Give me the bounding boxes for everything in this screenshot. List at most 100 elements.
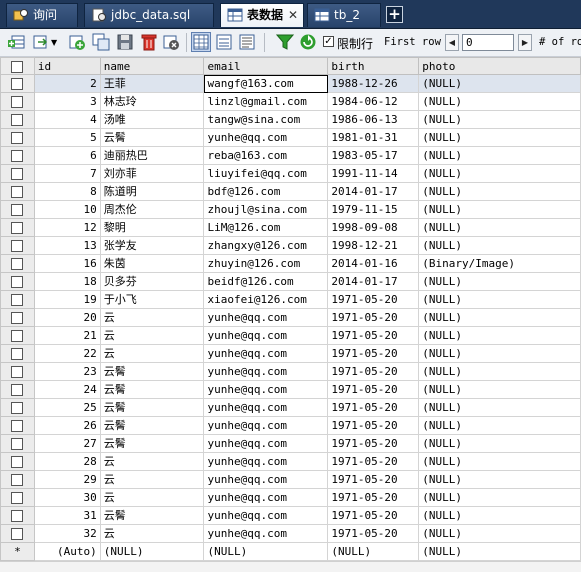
cell-id[interactable]: 29 (33, 470, 101, 489)
row-select-cell[interactable] (0, 236, 35, 255)
cell-id[interactable]: 23 (33, 362, 101, 381)
row-select-cell[interactable] (0, 164, 35, 183)
close-icon[interactable]: ✕ (287, 9, 299, 21)
cell-name[interactable]: 云鬌 (99, 398, 205, 417)
cell-birth[interactable]: 1971-05-20 (327, 362, 420, 381)
grid-view-icon[interactable] (191, 32, 211, 52)
table-row[interactable]: 28 云 yunhe@qq.com 1971-05-20 (NULL) (0, 452, 581, 471)
cell-name[interactable]: 云鬌 (99, 416, 205, 435)
table-row[interactable]: 13 张学友 zhangxy@126.com 1998-12-21 (NULL) (0, 236, 581, 255)
cell-id[interactable]: 25 (33, 398, 101, 417)
next-page-button[interactable]: ▶ (518, 34, 532, 51)
row-select-cell[interactable] (0, 344, 35, 363)
table-row[interactable]: 5 云鬌 yunhe@qq.com 1981-01-31 (NULL) (0, 128, 581, 147)
cell-email[interactable]: yunhe@qq.com (203, 524, 329, 543)
row-checkbox[interactable] (11, 257, 24, 270)
cell-photo[interactable]: (NULL) (418, 128, 581, 147)
cell-id[interactable]: 3 (33, 92, 101, 111)
select-all-checkbox[interactable] (11, 60, 24, 73)
cell-email[interactable]: reba@163.com (203, 146, 329, 165)
row-checkbox[interactable] (11, 275, 24, 288)
save-icon[interactable] (116, 33, 134, 51)
cell-photo[interactable]: (NULL) (418, 524, 581, 543)
row-checkbox[interactable] (11, 455, 24, 468)
cell-photo[interactable]: (NULL) (418, 146, 581, 165)
cell-birth[interactable]: 1971-05-20 (327, 434, 420, 453)
cell-birth[interactable]: 1971-05-20 (327, 326, 420, 345)
cell-email[interactable]: LiM@126.com (203, 218, 329, 237)
row-select-cell[interactable] (0, 308, 35, 327)
cell-photo[interactable]: (NULL) (418, 218, 581, 237)
cell-email[interactable]: yunhe@qq.com (203, 434, 329, 453)
cell-name[interactable]: 云 (99, 344, 205, 363)
cell-email[interactable]: yunhe@qq.com (203, 506, 329, 525)
column-header-id[interactable]: id (33, 57, 101, 75)
cell-email[interactable]: yunhe@qq.com (203, 488, 329, 507)
table-row[interactable]: 25 云鬌 yunhe@qq.com 1971-05-20 (NULL) (0, 398, 581, 417)
row-select-cell[interactable] (0, 524, 35, 543)
cell-id[interactable]: 13 (33, 236, 101, 255)
cell-photo[interactable]: (NULL) (418, 470, 581, 489)
cell-birth[interactable]: 1971-05-20 (327, 290, 420, 309)
cell-name[interactable]: 朱茵 (99, 254, 205, 273)
row-select-cell[interactable] (0, 506, 35, 525)
cell-name[interactable]: 云 (99, 488, 205, 507)
cell-birth[interactable]: 1981-01-31 (327, 128, 420, 147)
cell-photo[interactable]: (NULL) (418, 488, 581, 507)
row-checkbox[interactable] (11, 95, 24, 108)
cell-photo[interactable]: (NULL) (418, 380, 581, 399)
cell-id[interactable]: 5 (33, 128, 101, 147)
cell-email[interactable]: (NULL) (203, 542, 329, 561)
cell-id[interactable]: 19 (33, 290, 101, 309)
cell-id[interactable]: 32 (33, 524, 101, 543)
table-row[interactable]: 27 云鬌 yunhe@qq.com 1971-05-20 (NULL) (0, 434, 581, 453)
table-row[interactable]: 22 云 yunhe@qq.com 1971-05-20 (NULL) (0, 344, 581, 363)
cell-id[interactable]: 8 (33, 182, 101, 201)
row-checkbox[interactable] (11, 77, 24, 90)
cell-id[interactable]: 22 (33, 344, 101, 363)
cell-email[interactable]: beidf@126.com (203, 272, 329, 291)
cell-photo[interactable]: (NULL) (418, 272, 581, 291)
tab-jdbc-data-sql[interactable]: jdbc_data.sql (84, 3, 214, 27)
cell-photo[interactable]: (NULL) (418, 506, 581, 525)
table-row[interactable]: 2 王菲 wangf@163.com 1988-12-26 (NULL) (0, 74, 581, 93)
row-checkbox[interactable] (11, 347, 24, 360)
row-select-cell[interactable] (0, 74, 35, 93)
cell-id[interactable]: 12 (33, 218, 101, 237)
cell-id[interactable]: 2 (33, 74, 101, 93)
row-select-cell[interactable] (0, 254, 35, 273)
row-checkbox[interactable] (11, 365, 24, 378)
cell-name[interactable]: 云 (99, 470, 205, 489)
cell-email[interactable]: yunhe@qq.com (203, 452, 329, 471)
row-select-cell[interactable] (0, 470, 35, 489)
table-row[interactable]: 10 周杰伦 zhoujl@sina.com 1979-11-15 (NULL) (0, 200, 581, 219)
cell-email[interactable]: yunhe@qq.com (203, 326, 329, 345)
row-checkbox[interactable] (11, 509, 24, 522)
row-select-cell[interactable] (0, 110, 35, 129)
cell-name[interactable]: 贝多芬 (99, 272, 205, 291)
cell-name[interactable]: 陈道明 (99, 182, 205, 201)
cell-email[interactable]: yunhe@qq.com (203, 344, 329, 363)
row-checkbox[interactable] (11, 221, 24, 234)
cell-birth[interactable]: 1971-05-20 (327, 308, 420, 327)
cell-id[interactable]: 27 (33, 434, 101, 453)
table-row[interactable]: 16 朱茵 zhuyin@126.com 2014-01-16 (Binary/Imag… (0, 254, 581, 273)
cell-name[interactable]: 云鬌 (99, 434, 205, 453)
cell-name[interactable]: 云鬌 (99, 380, 205, 399)
cell-id[interactable]: (Auto) (33, 542, 101, 561)
row-checkbox[interactable] (11, 239, 24, 252)
tab-tb-2[interactable]: tb_2 (307, 3, 381, 27)
table-row[interactable]: 32 云 yunhe@qq.com 1971-05-20 (NULL) (0, 524, 581, 543)
cell-name[interactable]: (NULL) (99, 542, 205, 561)
form-view-icon[interactable] (215, 33, 233, 51)
cell-birth[interactable]: 1991-11-14 (327, 164, 420, 183)
cell-photo[interactable]: (NULL) (418, 200, 581, 219)
cell-email[interactable]: yunhe@qq.com (203, 128, 329, 147)
column-header-photo[interactable]: photo (418, 57, 581, 75)
row-checkbox[interactable] (11, 185, 24, 198)
row-checkbox[interactable] (11, 383, 24, 396)
row-select-cell[interactable] (0, 380, 35, 399)
cell-photo[interactable]: (NULL) (418, 74, 581, 93)
duplicate-row-icon[interactable] (92, 33, 110, 51)
table-row[interactable]: 7 刘亦菲 liuyifei@qq.com 1991-11-14 (NULL) (0, 164, 581, 183)
